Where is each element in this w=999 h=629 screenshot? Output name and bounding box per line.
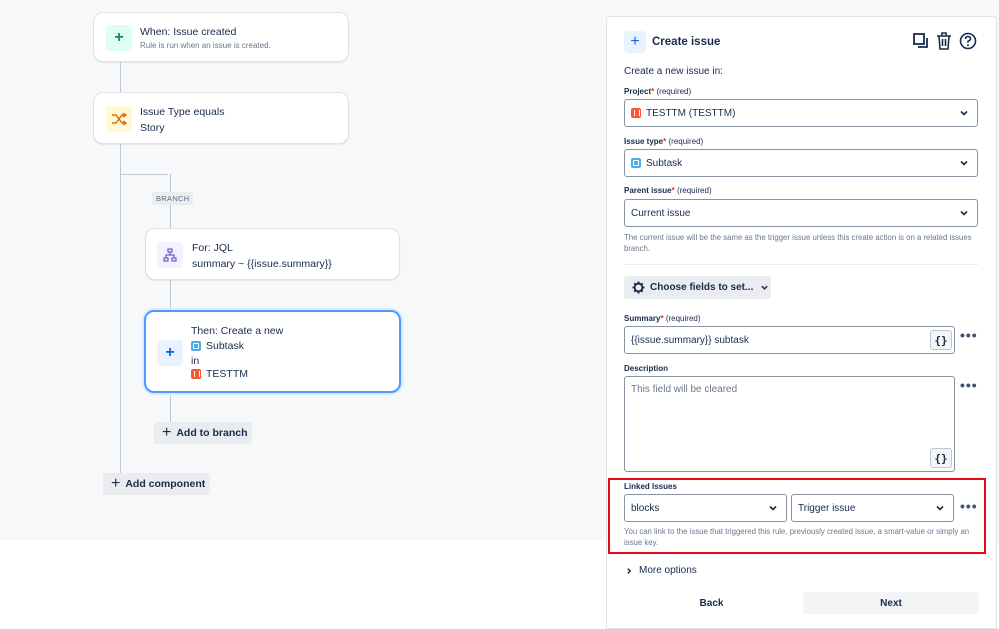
branch-tag: BRANCH — [152, 192, 194, 205]
summary-label: Summary* (required) — [624, 314, 701, 323]
plus-icon: + — [162, 424, 172, 441]
required-asterisk: * — [663, 137, 667, 146]
action-in-label: in — [191, 355, 200, 367]
copy-icon[interactable] — [913, 33, 929, 49]
more-actions-icon[interactable]: ••• — [960, 378, 978, 392]
required-asterisk: * — [660, 314, 664, 323]
plus-icon: + — [111, 475, 121, 492]
project-label: Project* (required) — [624, 87, 692, 96]
panel-title: Create issue — [652, 36, 721, 48]
connector-line — [120, 62, 121, 92]
add-component-button[interactable]: + Add component — [103, 473, 210, 495]
chevron-right-icon — [627, 567, 632, 574]
gear-icon — [632, 281, 645, 294]
shuffle-icon — [106, 106, 132, 132]
trigger-card[interactable]: + When: Issue created Rule is run when a… — [93, 12, 349, 62]
project-icon — [631, 108, 641, 118]
action-issue-type: Subtask — [191, 340, 244, 352]
subtask-icon — [191, 341, 201, 352]
back-button[interactable]: Back — [624, 592, 799, 614]
issue-type-select[interactable]: Subtask — [624, 149, 978, 177]
parent-issue-label: Parent issue* (required) — [624, 186, 712, 195]
chevron-down-icon — [960, 110, 968, 116]
subtask-icon — [631, 158, 641, 168]
choose-fields-button[interactable]: Choose fields to set... — [624, 276, 771, 299]
divider — [624, 264, 978, 265]
action-project: TESTTM — [191, 368, 248, 380]
trigger-subtitle: Rule is run when an issue is created. — [140, 41, 271, 50]
action-card[interactable]: + Then: Create a new Subtask in TESTTM — [144, 310, 401, 393]
required-asterisk: * — [651, 87, 655, 96]
more-options-toggle[interactable]: More options — [625, 565, 697, 576]
connector-line — [120, 144, 121, 474]
condition-card[interactable]: Issue Type equals Story — [93, 92, 349, 144]
add-to-branch-button[interactable]: + Add to branch — [154, 422, 252, 444]
trigger-title: When: Issue created — [140, 26, 237, 38]
connector-line — [170, 280, 171, 310]
chevron-down-icon — [960, 160, 968, 166]
branch-card[interactable]: For: JQL summary ~ {{issue.summary}} — [145, 228, 400, 280]
smart-value-button[interactable]: {} — [930, 330, 952, 350]
action-title: Then: Create a new — [191, 325, 284, 337]
condition-subtitle: Story — [140, 122, 165, 134]
create-issue-icon: + — [624, 31, 646, 53]
chevron-down-icon — [960, 210, 968, 216]
next-button[interactable]: Next — [803, 592, 979, 614]
parent-issue-select[interactable]: Current issue — [624, 199, 978, 227]
branch-title: For: JQL — [192, 242, 233, 254]
parent-issue-help: The current issue will be the same as th… — [624, 233, 972, 253]
plus-icon: + — [106, 25, 132, 51]
hierarchy-icon — [157, 242, 183, 268]
description-label: Description — [624, 364, 669, 373]
description-textarea[interactable]: This field will be cleared — [624, 376, 955, 472]
help-icon[interactable] — [959, 32, 977, 50]
branch-subtitle: summary ~ {{issue.summary}} — [192, 258, 332, 270]
intro-text: Create a new issue in: — [624, 66, 723, 77]
highlight-box — [608, 478, 986, 554]
chevron-down-icon — [761, 285, 769, 290]
project-icon — [191, 369, 201, 380]
summary-input[interactable]: {{issue.summary}} subtask — [624, 326, 955, 354]
condition-title: Issue Type equals — [140, 106, 225, 118]
more-actions-icon[interactable]: ••• — [960, 328, 978, 342]
required-asterisk: * — [671, 186, 675, 195]
issue-type-label: Issue type* (required) — [624, 137, 704, 146]
plus-icon: + — [157, 340, 183, 366]
project-select[interactable]: TESTTM (TESTTM) — [624, 99, 978, 127]
branch-connector-line — [120, 174, 168, 175]
connector-line — [170, 393, 171, 423]
smart-value-button[interactable]: {} — [930, 448, 952, 468]
trash-icon[interactable] — [936, 32, 952, 50]
